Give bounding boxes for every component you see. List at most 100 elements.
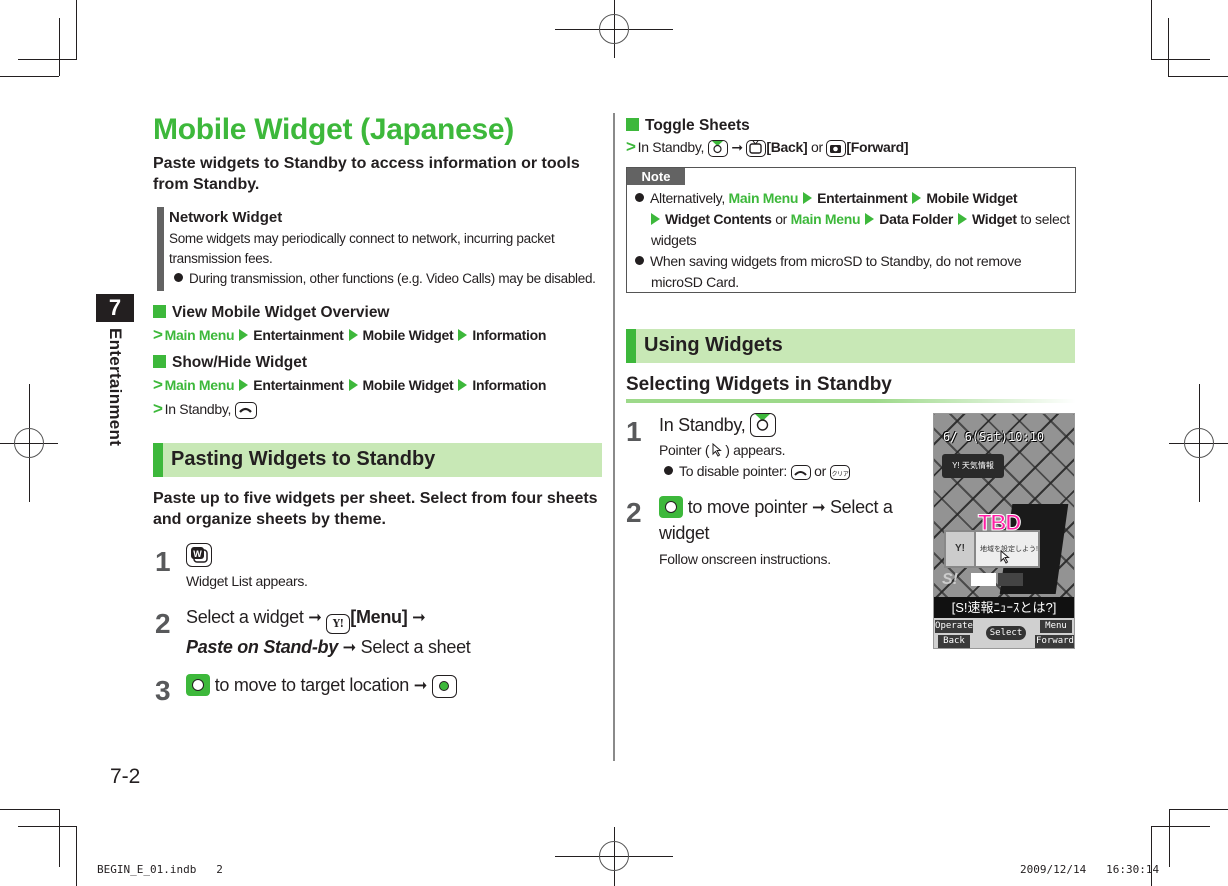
pointer-cursor-icon <box>1000 550 1010 564</box>
crop-mark <box>18 826 77 827</box>
crop-mark <box>1168 18 1169 76</box>
path-data-folder[interactable]: Data Folder <box>879 211 953 227</box>
step-number: 1 <box>155 546 171 577</box>
softkey-operate[interactable]: Operate <box>935 620 973 633</box>
crop-mark <box>76 0 77 60</box>
network-widget-heading: Network Widget <box>169 209 283 226</box>
triangle-right-icon <box>458 329 468 341</box>
softkey-back[interactable]: Back <box>938 635 970 648</box>
pointer-key-icon <box>707 140 728 157</box>
step-text: In Standby, <box>659 412 777 438</box>
softkey-menu[interactable]: Menu <box>1040 620 1072 633</box>
widget-icon[interactable] <box>998 573 1023 586</box>
view-overview-block: View Mobile Widget Overview > Main Menu En… <box>153 304 603 345</box>
widget-icon[interactable] <box>971 573 996 586</box>
crop-mark <box>1168 76 1228 77</box>
triangle-right-icon <box>912 192 922 204</box>
column-divider <box>613 113 615 761</box>
section-accent <box>153 443 163 477</box>
path-entertainment[interactable]: Entertainment <box>817 190 908 206</box>
step-text: to move to target location ➞ <box>186 672 606 698</box>
triangle-right-icon <box>865 213 875 225</box>
arrow-icon: ➞ <box>342 637 357 657</box>
clear-key-icon: クリア <box>829 465 850 480</box>
path-entertainment[interactable]: Entertainment <box>253 377 344 393</box>
toggle-sheets-block: Toggle Sheets > In Standby, ➞ [Back] or [… <box>626 117 1076 157</box>
slug-filename: BEGIN_E_01.indb 2 <box>97 863 223 876</box>
crop-mark <box>1151 0 1152 60</box>
crop-mark <box>59 809 60 867</box>
arrow-icon: ➞ <box>731 139 743 155</box>
path-information[interactable]: Information <box>472 327 546 343</box>
arrow-icon: ➞ <box>412 607 426 627</box>
arrow-icon: ➞ <box>308 607 322 627</box>
pointer-cursor-icon <box>712 442 723 457</box>
path-mobile-widget[interactable]: Mobile Widget <box>926 190 1017 206</box>
softkey-forward[interactable]: Forward <box>1035 635 1074 648</box>
crop-mark <box>59 18 60 76</box>
view-overview-heading: View Mobile Widget Overview <box>153 304 603 322</box>
triangle-right-icon <box>651 213 660 225</box>
arrow-icon: ➞ <box>413 675 428 695</box>
note-body: Alternatively, Main Menu Entertainment Mob… <box>635 188 1075 293</box>
forward-label: [Forward] <box>846 139 909 155</box>
triangle-right-icon <box>348 329 358 341</box>
softkey-bar: Operate Back Select Menu Forward <box>934 618 1074 648</box>
triangle-right-icon <box>958 213 967 225</box>
bullet-icon <box>664 466 673 475</box>
triangle-right-icon <box>239 329 249 341</box>
chevron-right-icon: > <box>153 399 163 418</box>
softkey-select[interactable]: Select <box>986 626 1026 640</box>
crop-mark <box>18 59 77 60</box>
triangle-right-icon <box>239 379 249 391</box>
step-number: 2 <box>155 608 171 639</box>
camera-key-icon <box>826 140 847 157</box>
path-entertainment[interactable]: Entertainment <box>253 327 344 343</box>
menu-label: [Menu] <box>350 607 408 627</box>
s1-widget-label: S! <box>942 571 958 588</box>
path-mobile-widget[interactable]: Mobile Widget <box>363 327 454 343</box>
section-pasting-widgets: Pasting Widgets to Standby <box>153 443 602 477</box>
triangle-right-icon <box>348 379 358 391</box>
crop-mark <box>76 826 77 886</box>
widget-key-icon: W <box>186 543 212 567</box>
network-widget-text: Some widgets may periodically connect to… <box>169 231 555 266</box>
yahoo-key-icon: Y! <box>326 614 351 634</box>
chevron-right-icon: > <box>153 375 163 394</box>
path-main-menu[interactable]: Main Menu <box>791 211 861 227</box>
pasting-intro: Paste up to five widgets per sheet. Sele… <box>153 490 598 528</box>
lead-paragraph: Paste widgets to Standby to access infor… <box>153 155 580 193</box>
yahoo-logo: Y! <box>946 532 976 566</box>
crop-mark <box>1169 809 1170 867</box>
path-information[interactable]: Information <box>472 377 546 393</box>
path-mobile-widget[interactable]: Mobile Widget <box>363 377 454 393</box>
path-main-menu[interactable]: Main Menu <box>729 190 799 206</box>
path-widget-contents[interactable]: Widget Contents <box>665 211 772 227</box>
show-hide-heading: Show/Hide Widget <box>153 354 603 372</box>
green-square-icon <box>153 305 166 318</box>
page-title: Mobile Widget (Japanese) <box>153 113 514 146</box>
bullet-text: During transmission, other functions (e.… <box>189 271 596 286</box>
path-main-menu[interactable]: Main Menu <box>165 377 235 393</box>
news-ticker[interactable]: [S!速報ﾆｭｰｽとは?] <box>934 597 1074 618</box>
note-box: Note Alternatively, Main Menu Entertainme… <box>626 167 1076 293</box>
network-widget-body: Some widgets may periodically connect to… <box>169 229 609 289</box>
crop-mark <box>0 809 59 810</box>
step-bullet: To disable pointer: or クリア <box>664 463 850 480</box>
path-main-menu[interactable]: Main Menu <box>165 327 235 343</box>
section-using-widgets: Using Widgets <box>626 329 1075 363</box>
triangle-right-icon <box>458 379 468 391</box>
toggle-sheets-heading: Toggle Sheets <box>626 117 1076 135</box>
green-square-icon <box>153 355 166 368</box>
step-number: 2 <box>626 497 642 528</box>
view-overview-path: > Main Menu Entertainment Mobile Widget Info… <box>153 325 603 345</box>
chevron-right-icon: > <box>626 137 636 156</box>
subsection-title: Selecting Widgets in Standby <box>626 374 892 395</box>
show-hide-block: Show/Hide Widget > Main Menu Entertainment… <box>153 354 603 419</box>
green-square-icon <box>626 118 639 131</box>
paste-on-standby-option: Paste on Stand-by <box>186 637 338 657</box>
path-widget[interactable]: Widget <box>972 211 1017 227</box>
tbd-label: TBD <box>977 510 1021 536</box>
weather-widget[interactable]: Y! 天気情報 <box>942 454 1004 478</box>
network-widget-bullet: During transmission, other functions (e.… <box>169 269 609 289</box>
